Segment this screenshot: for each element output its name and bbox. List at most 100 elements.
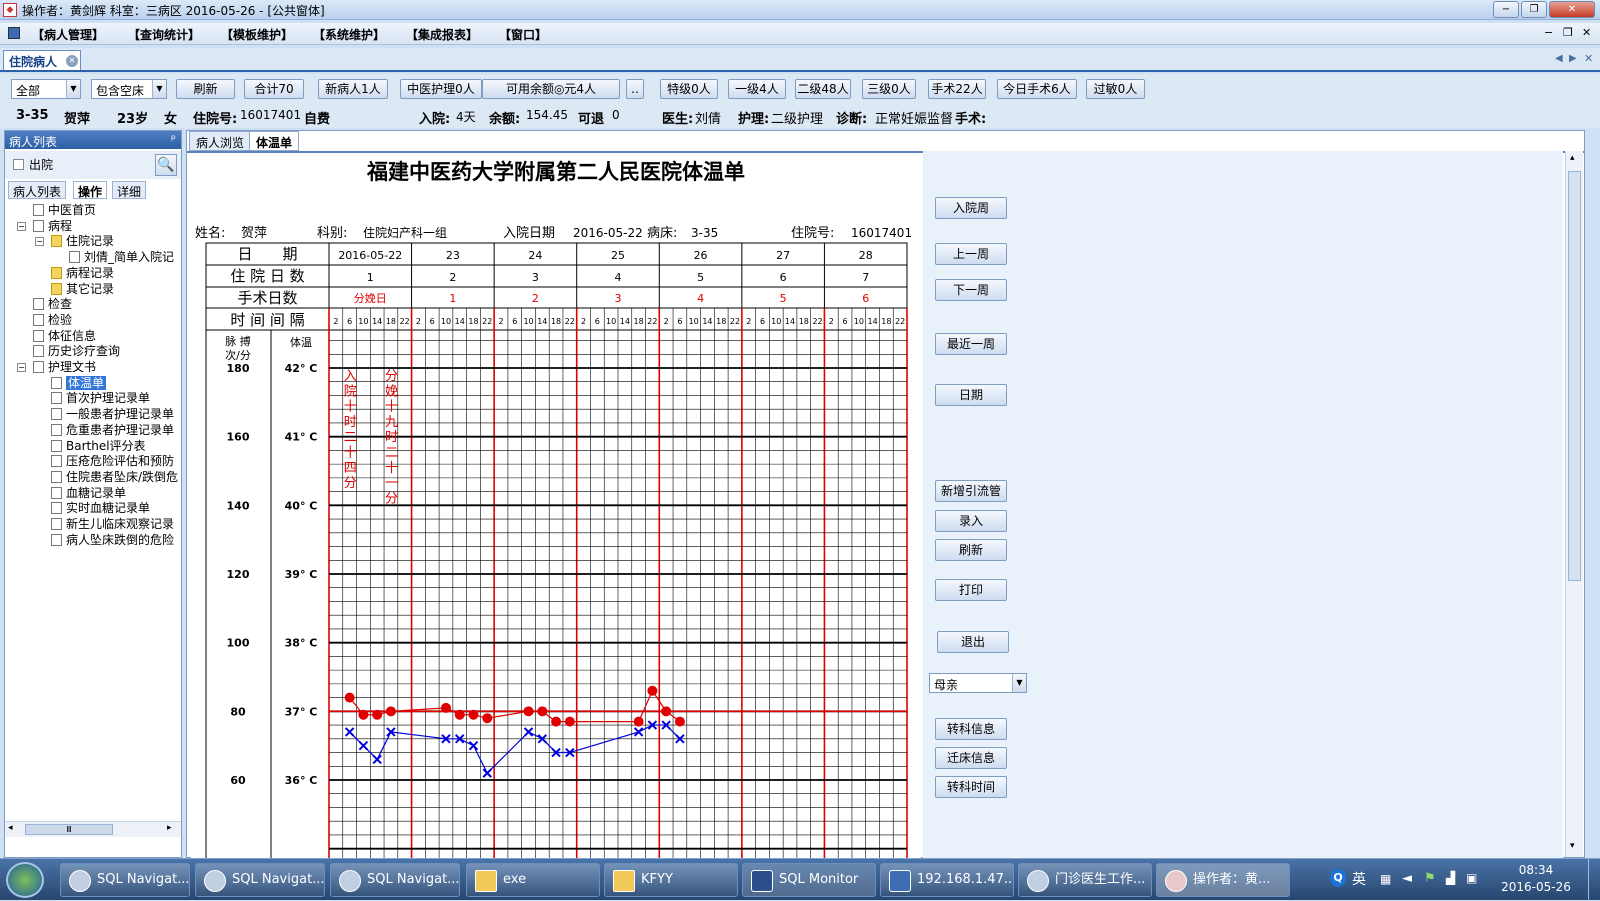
taskbar-item-sql-navigator-2[interactable]: SQL Navigat...: [195, 863, 325, 897]
tree-item[interactable]: 体温单: [51, 375, 107, 391]
clock-date[interactable]: 2016-05-26: [1496, 880, 1576, 894]
next-week-button[interactable]: 下一周: [935, 279, 1007, 301]
taskbar-item-outpatient[interactable]: 门诊医生工作...: [1018, 863, 1152, 897]
tray-app-icon[interactable]: ▣: [1466, 871, 1477, 885]
tree-item[interactable]: 中医首页: [33, 203, 96, 218]
tree-item[interactable]: 检验: [33, 313, 72, 328]
clock-time[interactable]: 08:34: [1496, 863, 1576, 877]
allergy-button[interactable]: 过敏0人: [1086, 79, 1145, 99]
tab-next-icon[interactable]: ▶: [1569, 53, 1577, 64]
tree-item[interactable]: 检查: [33, 297, 72, 312]
tab-inpatients[interactable]: 住院病人 ✕: [3, 50, 81, 70]
tree-item[interactable]: − 住院记录: [35, 234, 114, 249]
collapse-icon[interactable]: −: [17, 221, 26, 231]
pin-icon[interactable]: ᵖ: [171, 132, 176, 146]
tree-item[interactable]: 体征信息: [33, 329, 96, 344]
ime-language[interactable]: 英: [1352, 869, 1366, 889]
tab-patient-list[interactable]: 病人列表: [8, 181, 67, 199]
horizontal-scrollbar[interactable]: ◂ Ⅲ ▸: [5, 821, 181, 837]
tree-item[interactable]: 住院患者坠床/跌倒危: [51, 470, 178, 485]
taskbar-item-current-app[interactable]: 操作者：黄...: [1156, 863, 1290, 897]
tab-operations[interactable]: 操作: [73, 181, 108, 199]
today-surgery-button[interactable]: 今日手术6人: [997, 79, 1077, 99]
vertical-scrollbar[interactable]: ▴ ▾: [1565, 151, 1583, 857]
tree-item[interactable]: 实时血糖记录单: [51, 501, 150, 516]
tree-item[interactable]: 一般患者护理记录单: [51, 407, 174, 422]
menu-query-stats[interactable]: 【查询统计】: [128, 26, 200, 43]
filter-select[interactable]: 全部 ▼: [11, 79, 81, 99]
available-balance-button[interactable]: 可用余额◎元4人: [482, 79, 620, 99]
total-button[interactable]: 合计70: [244, 79, 304, 99]
tcm-nursing-button[interactable]: 中医护理0人: [400, 79, 482, 99]
start-button-icon[interactable]: [6, 862, 44, 898]
surgery-button[interactable]: 手术22人: [928, 79, 986, 99]
tab-close-icon[interactable]: ✕: [66, 55, 78, 67]
menu-patient-mgmt[interactable]: 【病人管理】: [32, 26, 104, 43]
tree-item[interactable]: 首次护理记录单: [51, 391, 150, 406]
tree-item[interactable]: 刘倩_简单入院记: [69, 250, 174, 265]
maximize-button[interactable]: ❐: [1521, 1, 1547, 18]
search-icon[interactable]: 🔍: [155, 154, 177, 176]
tab-prev-icon[interactable]: ◀: [1555, 53, 1563, 64]
scroll-thumb[interactable]: Ⅲ: [25, 824, 113, 835]
mother-select[interactable]: 母亲 ▼: [929, 673, 1027, 693]
taskbar-item-sql-navigator-3[interactable]: SQL Navigat...: [330, 863, 460, 897]
latest-week-button[interactable]: 最近一周: [935, 333, 1007, 355]
network-icon[interactable]: ▦: [1380, 872, 1391, 886]
admission-week-button[interactable]: 入院周: [935, 197, 1007, 219]
bed-filter-select[interactable]: 包含空床 ▼: [91, 79, 167, 99]
print-button[interactable]: 打印: [935, 579, 1007, 601]
scroll-left-icon[interactable]: ◂: [8, 823, 13, 833]
special-level-button[interactable]: 特级0人: [660, 79, 718, 99]
minimize-button[interactable]: −: [1493, 1, 1519, 18]
menu-reports[interactable]: 【集成报表】: [406, 26, 478, 43]
menu-window[interactable]: 【窗口】: [499, 26, 547, 43]
tree-item[interactable]: Barthel评分表: [51, 439, 146, 454]
tab-details[interactable]: 详细: [112, 181, 147, 199]
tree-item[interactable]: 新生儿临床观察记录: [51, 517, 174, 532]
show-desktop-button[interactable]: [1588, 859, 1600, 901]
discharged-checkbox[interactable]: [13, 159, 24, 170]
tree-item[interactable]: 历史诊疗查询: [33, 344, 120, 359]
scroll-down-icon[interactable]: ▾: [1570, 841, 1575, 851]
add-drainage-tube-button[interactable]: 新增引流管: [935, 480, 1007, 502]
transfer-info-button[interactable]: 转科信息: [935, 718, 1007, 740]
taskbar-item-sql-navigator-1[interactable]: SQL Navigat...: [60, 863, 190, 897]
volume-icon[interactable]: ◄: [1402, 871, 1412, 886]
tab-temperature-chart[interactable]: 体温单: [249, 131, 300, 151]
collapse-icon[interactable]: −: [35, 237, 44, 247]
new-patient-button[interactable]: 新病人1人: [318, 79, 388, 99]
tab-patient-browse[interactable]: 病人浏览: [189, 131, 252, 151]
collapse-icon[interactable]: −: [17, 363, 26, 372]
tree-item[interactable]: 病人坠床跌倒的危险: [51, 533, 174, 548]
mdi-close-icon[interactable]: ✕: [1582, 26, 1591, 39]
tree-item[interactable]: − 护理文书: [17, 360, 96, 375]
previous-week-button[interactable]: 上一周: [935, 243, 1007, 265]
tree-item[interactable]: − 病程: [17, 219, 72, 234]
taskbar-item-exe-folder[interactable]: exe: [466, 863, 600, 897]
chevron-down-icon[interactable]: ▼: [152, 80, 166, 98]
tree-item[interactable]: 危重患者护理记录单: [51, 423, 174, 438]
scroll-up-icon[interactable]: ▴: [1570, 153, 1575, 163]
tab-close-all-icon[interactable]: ✕: [1584, 52, 1593, 65]
menu-template[interactable]: 【模板维护】: [221, 26, 293, 43]
refresh-button[interactable]: 刷新: [176, 79, 235, 99]
taskbar-item-sql-monitor[interactable]: SQL Monitor: [742, 863, 876, 897]
mdi-minimize-icon[interactable]: −: [1544, 26, 1553, 39]
chevron-down-icon[interactable]: ▼: [1012, 674, 1026, 692]
chevron-down-icon[interactable]: ▼: [66, 80, 80, 98]
level-one-button[interactable]: 一级4人: [728, 79, 786, 99]
level-three-button[interactable]: 三级0人: [862, 79, 916, 99]
tree-item[interactable]: 血糖记录单: [51, 486, 126, 501]
scroll-right-icon[interactable]: ▸: [167, 823, 172, 833]
close-button[interactable]: ✕: [1549, 1, 1595, 18]
date-button[interactable]: 日期: [935, 384, 1007, 406]
signal-icon[interactable]: ▟: [1446, 871, 1455, 885]
tree-item[interactable]: 病程记录: [51, 266, 114, 281]
tree-item[interactable]: 压疮危险评估和预防: [51, 454, 174, 469]
input-method-icon[interactable]: Q: [1330, 869, 1346, 887]
level-two-button[interactable]: 二级48人: [795, 79, 851, 99]
transfer-time-button[interactable]: 转科时间: [935, 776, 1007, 798]
menu-system[interactable]: 【系统维护】: [313, 26, 385, 43]
more-button[interactable]: ..: [626, 79, 644, 99]
